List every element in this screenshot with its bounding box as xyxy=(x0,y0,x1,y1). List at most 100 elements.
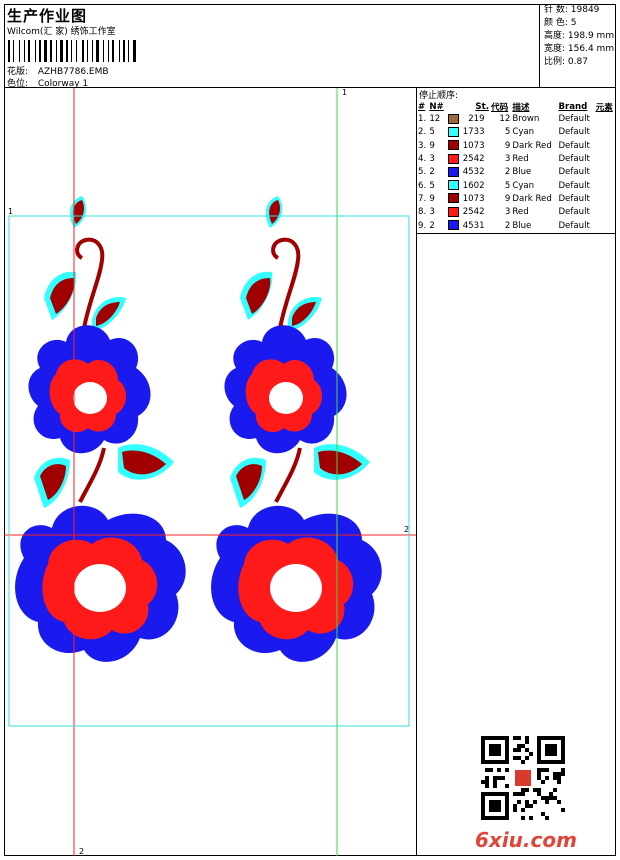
design-canvas[interactable]: 1 1 2 2 xyxy=(4,88,417,856)
element-cell xyxy=(595,113,616,126)
needle-cell: 12 xyxy=(429,114,441,125)
stitch-count: 1733 xyxy=(462,127,485,138)
stat-height: 高度: 198.9 mm xyxy=(541,30,616,43)
element-cell xyxy=(595,206,616,219)
idx-cell: 1. xyxy=(418,114,427,125)
stats-panel: 针 数: 19849 颜 色: 5 高度: 198.9 mm 宽度: 156.4… xyxy=(541,4,616,88)
barcode-bar xyxy=(87,40,88,62)
element-cell xyxy=(595,126,616,139)
element-cell xyxy=(595,166,616,179)
idx-cell: 3. xyxy=(418,140,427,151)
stop-sequence-table: # N# St. 代码 描述 Brand 元素 1. 12 219 12 Brown De… xyxy=(417,100,616,233)
barcode-bar xyxy=(50,40,52,62)
embroidery-preview xyxy=(4,88,416,856)
barcode-bar xyxy=(31,40,34,62)
col-desc: 描述 xyxy=(512,102,530,113)
stat-scale-value: 0.87 xyxy=(567,57,588,67)
needle-cell: 3 xyxy=(429,207,435,218)
table-row: 9. 2 4531 2 Blue Default xyxy=(417,219,616,232)
stat-width-value: 156.4 mm xyxy=(567,44,615,54)
needle-cell: 9 xyxy=(429,193,435,204)
barcode-bar xyxy=(11,40,12,62)
stitches-cell: 1733 xyxy=(447,126,490,139)
color-swatch xyxy=(447,153,459,164)
stat-colors-value: 5 xyxy=(570,18,577,28)
stitches-cell: 1073 xyxy=(447,193,490,206)
barcode-bar xyxy=(126,40,127,62)
barcode-bar xyxy=(64,40,65,62)
barcode-bar xyxy=(66,40,68,62)
stat-colors: 颜 色: 5 xyxy=(541,17,616,30)
barcode-bar xyxy=(78,40,81,62)
element-cell xyxy=(595,193,616,206)
idx-cell: 2. xyxy=(418,127,427,138)
stitches-cell: 4532 xyxy=(447,166,490,179)
code-cell: 2 xyxy=(504,167,511,178)
brand-cell: Default xyxy=(558,193,590,204)
desc-cell: Cyan xyxy=(512,180,535,191)
marker-1-top: 1 xyxy=(342,88,348,97)
needle-cell: 5 xyxy=(429,127,435,138)
stat-stitches: 针 数: 19849 xyxy=(541,4,616,17)
stitches-cell: 2542 xyxy=(447,206,490,219)
stitch-count: 2542 xyxy=(462,154,485,165)
color-swatch xyxy=(447,113,459,124)
table-row: 3. 9 1073 9 Dark Red Default xyxy=(417,140,616,153)
color-swatch xyxy=(447,193,459,204)
marker-2-bottom: 2 xyxy=(79,847,85,856)
stitches-cell: 2542 xyxy=(447,153,490,166)
brand-cell: Default xyxy=(558,167,590,178)
desc-cell: Red xyxy=(512,154,529,165)
barcode-bar xyxy=(96,40,99,62)
header-left: 生产作业图 Wilcom(汇 家) 绣饰工作室 花版: AZHB7786.EMB… xyxy=(4,4,540,89)
desc-cell: Blue xyxy=(512,167,532,178)
table-divider xyxy=(417,233,616,234)
barcode-bar xyxy=(123,40,125,62)
barcode xyxy=(8,40,153,62)
desc-cell: Cyan xyxy=(512,127,535,138)
stat-colors-label: 颜 色: xyxy=(544,18,568,28)
barcode-bar xyxy=(15,40,18,62)
element-cell xyxy=(595,179,616,192)
barcode-bar xyxy=(24,40,25,62)
barcode-bar xyxy=(115,40,118,62)
table-row: 7. 9 1073 9 Dark Red Default xyxy=(417,193,616,206)
barcode-bar xyxy=(42,40,43,62)
color-swatch xyxy=(447,166,459,177)
barcode-bar xyxy=(58,40,59,62)
barcode-bar xyxy=(26,40,27,62)
barcode-bar xyxy=(94,40,95,62)
stitches-cell: 1073 xyxy=(447,140,490,153)
barcode-bar xyxy=(85,40,86,62)
brand-cell: Default xyxy=(558,180,590,191)
code-cell: 12 xyxy=(499,114,511,125)
stitches-cell: 219 xyxy=(447,113,490,126)
stat-height-label: 高度: xyxy=(544,31,566,41)
needle-cell: 2 xyxy=(429,220,435,231)
needle-cell: 5 xyxy=(429,180,435,191)
barcode-bar xyxy=(53,40,55,62)
qr-code xyxy=(481,736,565,820)
barcode-bar xyxy=(56,40,57,62)
stat-width-label: 宽度: xyxy=(544,44,566,54)
stitch-count: 1073 xyxy=(462,193,485,204)
barcode-bar xyxy=(69,40,70,62)
col-brand: Brand xyxy=(558,101,588,112)
idx-cell: 9. xyxy=(418,220,427,231)
barcode-bar xyxy=(71,40,72,62)
brand-cell: Default xyxy=(558,140,590,151)
barcode-bar xyxy=(73,40,75,62)
barcode-bar xyxy=(89,40,91,62)
barcode-bar xyxy=(19,40,20,62)
barcode-bar xyxy=(137,40,138,62)
code-cell: 3 xyxy=(504,154,511,165)
stat-scale: 比例: 0.87 xyxy=(541,56,616,69)
code-cell: 3 xyxy=(504,207,511,218)
col-element: 元素 xyxy=(595,102,613,113)
needle-cell: 2 xyxy=(429,167,435,178)
barcode-bar xyxy=(60,40,63,62)
brand-cell: Default xyxy=(558,114,590,125)
color-swatch xyxy=(447,206,459,217)
color-swatch xyxy=(447,126,459,137)
company-name: Wilcom(汇 家) 绣饰工作室 xyxy=(7,27,116,37)
